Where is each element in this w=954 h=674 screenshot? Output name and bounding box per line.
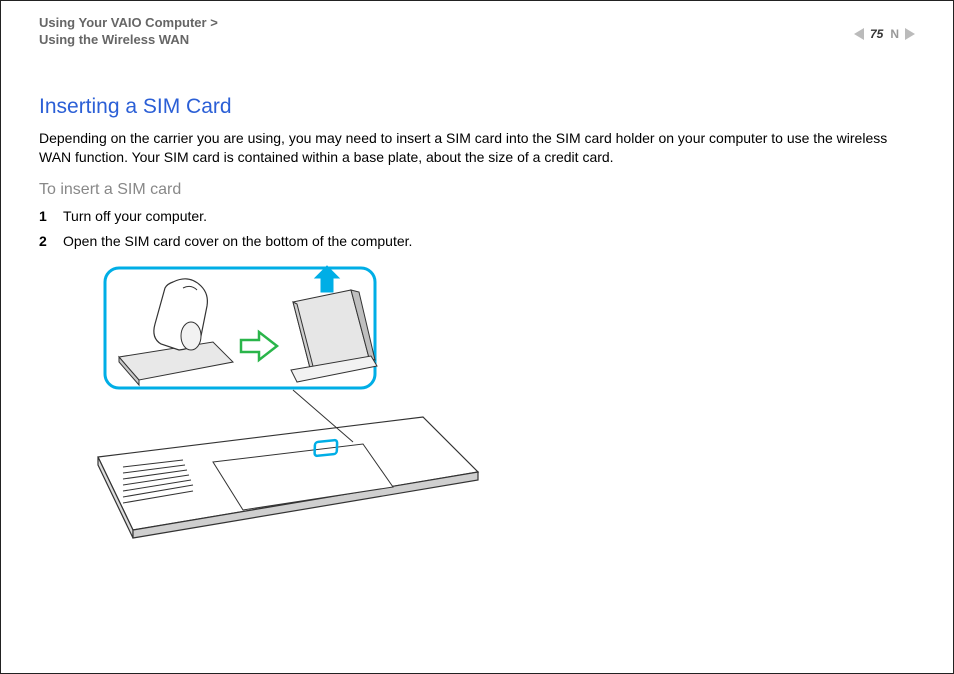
prev-page-icon[interactable] — [854, 28, 864, 40]
next-page-icon[interactable] — [905, 28, 915, 40]
sim-cover-illustration — [63, 262, 493, 542]
page-header: Using Your VAIO Computer > Using the Wir… — [39, 15, 915, 55]
page-number: 75 — [870, 27, 883, 41]
breadcrumb-section: Using the Wireless WAN — [39, 32, 189, 47]
breadcrumb-ch: Using Your VAIO Computer — [39, 15, 207, 30]
step-number: 2 — [39, 232, 63, 252]
manual-page: Using Your VAIO Computer > Using the Wir… — [0, 0, 954, 674]
step-number: 1 — [39, 207, 63, 227]
breadcrumb: Using Your VAIO Computer > Using the Wir… — [39, 15, 915, 49]
step-text: Open the SIM card cover on the bottom of… — [63, 232, 412, 252]
page-nav: 75 N — [854, 27, 915, 41]
intro-paragraph: Depending on the carrier you are using, … — [39, 129, 915, 167]
step-row: 1 Turn off your computer. — [39, 207, 915, 227]
step-row: 2 Open the SIM card cover on the bottom … — [39, 232, 915, 252]
section-heading: Inserting a SIM Card — [39, 95, 915, 119]
page-content: Inserting a SIM Card Depending on the ca… — [39, 95, 915, 542]
step-text: Turn off your computer. — [63, 207, 207, 227]
procedure-heading: To insert a SIM card — [39, 181, 915, 199]
instruction-figure — [63, 262, 915, 542]
breadcrumb-sep: > — [210, 15, 218, 30]
next-marker: N — [890, 27, 899, 41]
